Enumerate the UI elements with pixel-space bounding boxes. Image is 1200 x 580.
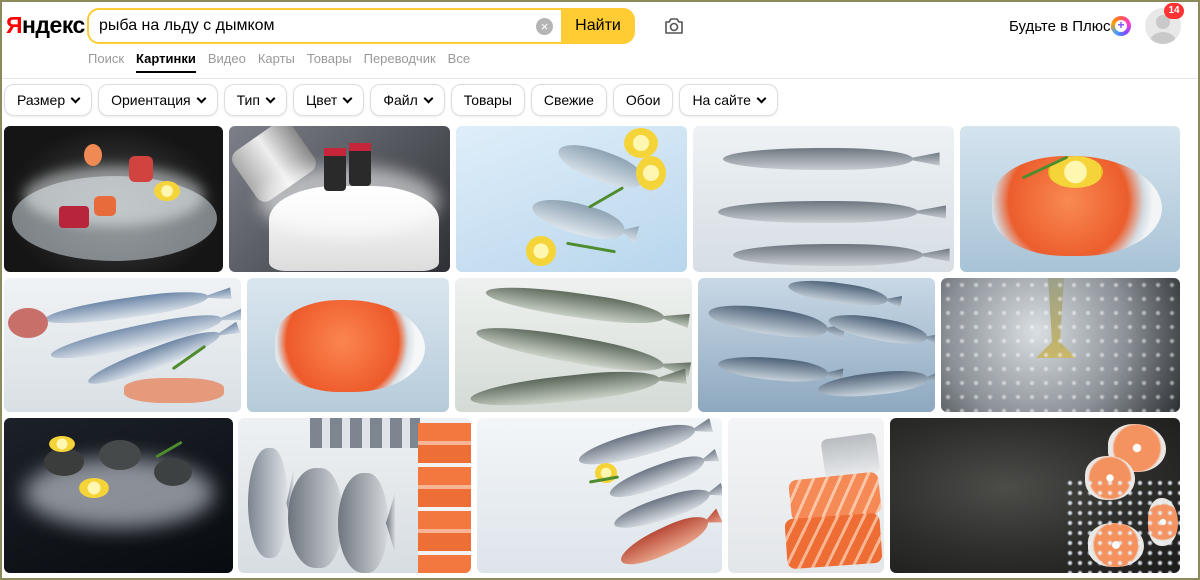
filter-wallpapers[interactable]: Обои bbox=[612, 84, 674, 116]
result-image[interactable] bbox=[477, 418, 722, 573]
yandex-logo[interactable]: Яндекс bbox=[6, 12, 85, 39]
result-image[interactable] bbox=[728, 418, 884, 573]
filter-on-site[interactable]: На сайте bbox=[679, 84, 778, 116]
chevron-down-icon bbox=[196, 93, 207, 103]
tab-video[interactable]: Видео bbox=[208, 51, 246, 73]
search-input[interactable] bbox=[99, 14, 529, 38]
tab-search[interactable]: Поиск bbox=[88, 51, 124, 73]
result-image[interactable] bbox=[960, 126, 1180, 272]
chevron-down-icon bbox=[70, 93, 81, 103]
filter-color[interactable]: Цвет bbox=[292, 84, 365, 116]
plus-subscription-link[interactable]: Будьте в Плюсе bbox=[1009, 18, 1119, 35]
chevron-down-icon bbox=[265, 93, 276, 103]
chevron-down-icon bbox=[756, 93, 767, 103]
tab-maps[interactable]: Карты bbox=[258, 51, 295, 73]
result-image[interactable] bbox=[4, 418, 233, 573]
search-box: × Найти bbox=[87, 8, 635, 44]
result-image[interactable] bbox=[455, 278, 692, 412]
plus-icon[interactable] bbox=[1111, 16, 1131, 36]
filter-orientation[interactable]: Ориентация bbox=[98, 84, 218, 116]
chevron-down-icon bbox=[423, 93, 434, 103]
chevron-down-icon bbox=[342, 93, 353, 103]
result-image[interactable] bbox=[247, 278, 449, 412]
tab-products[interactable]: Товары bbox=[307, 51, 352, 73]
result-image[interactable] bbox=[456, 126, 687, 272]
result-image[interactable] bbox=[229, 126, 450, 272]
camera-icon[interactable] bbox=[662, 14, 686, 38]
filter-fresh[interactable]: Свежие bbox=[530, 84, 607, 116]
header-divider bbox=[0, 78, 1200, 79]
filter-size[interactable]: Размер bbox=[4, 84, 93, 116]
result-image[interactable] bbox=[890, 418, 1180, 573]
result-image[interactable] bbox=[4, 126, 223, 272]
filter-products[interactable]: Товары bbox=[450, 84, 525, 116]
result-image[interactable] bbox=[941, 278, 1180, 412]
notification-badge: 14 bbox=[1164, 3, 1184, 19]
filter-type[interactable]: Тип bbox=[223, 84, 287, 116]
search-tabs: Поиск Картинки Видео Карты Товары Перево… bbox=[88, 51, 482, 73]
result-image[interactable] bbox=[698, 278, 935, 412]
tab-translator[interactable]: Переводчик bbox=[364, 51, 436, 73]
clear-icon[interactable]: × bbox=[536, 18, 553, 35]
result-image[interactable] bbox=[4, 278, 241, 412]
result-image[interactable] bbox=[693, 126, 954, 272]
filter-bar: Размер Ориентация Тип Цвет Файл Товары С… bbox=[4, 84, 778, 116]
filter-file[interactable]: Файл bbox=[370, 84, 445, 116]
tab-images[interactable]: Картинки bbox=[136, 51, 196, 73]
search-button[interactable]: Найти bbox=[561, 8, 635, 44]
header: Яндекс × Найти Будьте в Плюсе 14 Поиск К… bbox=[0, 0, 1200, 80]
result-image[interactable] bbox=[238, 418, 471, 573]
tab-all[interactable]: Все bbox=[448, 51, 470, 73]
